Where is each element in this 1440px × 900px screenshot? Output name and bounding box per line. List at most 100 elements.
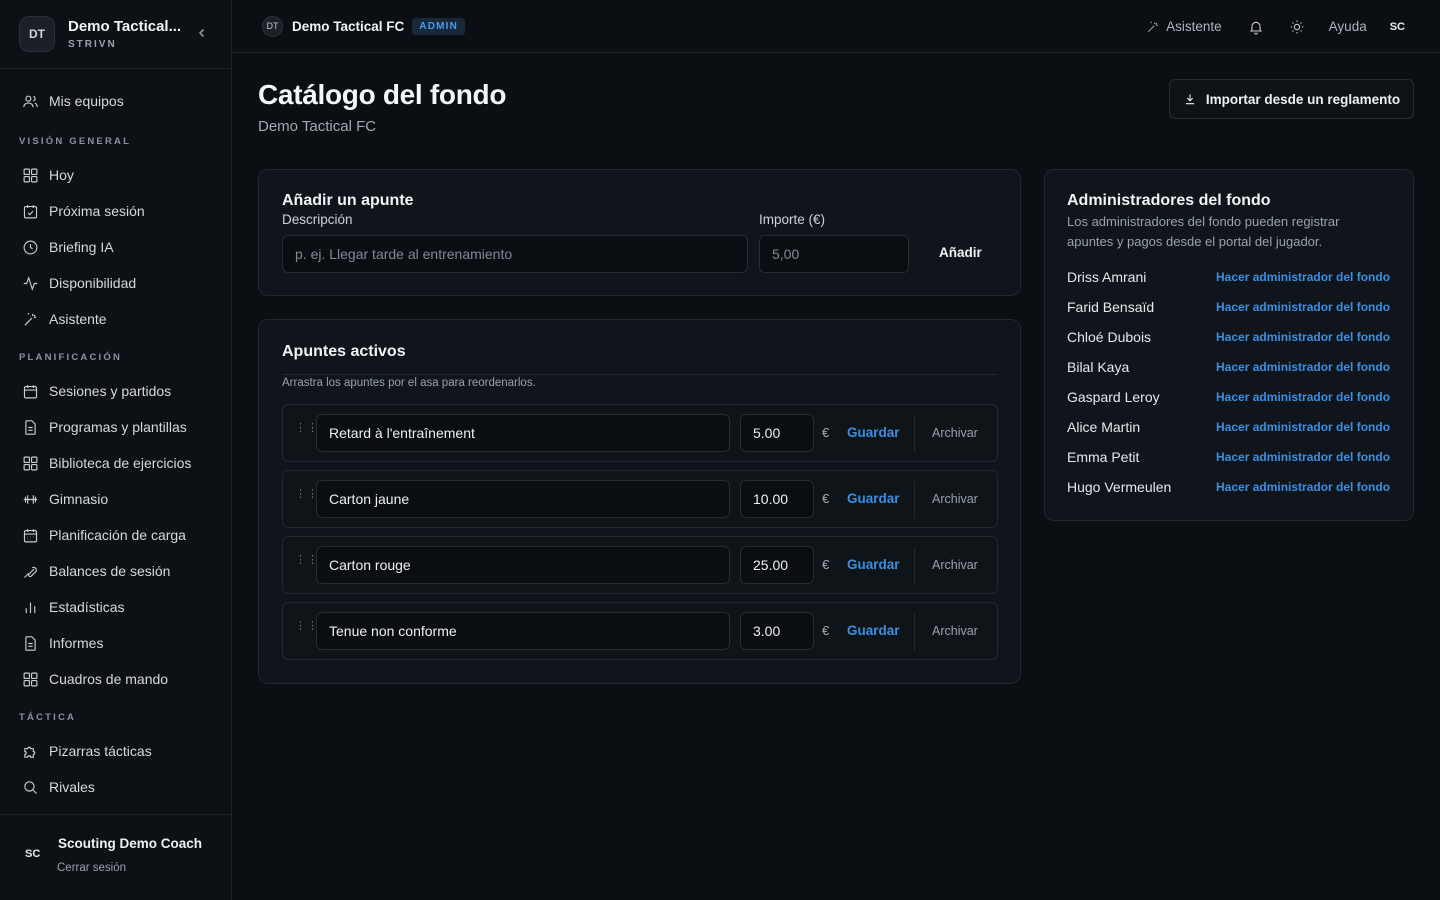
- make-admin-link[interactable]: Hacer administrador del fondo: [1216, 390, 1390, 404]
- sidebar-item-label: Informes: [49, 635, 104, 651]
- page-subtitle: Demo Tactical FC: [258, 118, 377, 135]
- user-menu[interactable]: SC Scouting Demo Coach Cerrar sesión: [0, 814, 231, 900]
- player-name: Hugo Vermeulen: [1067, 479, 1172, 495]
- puzzle-icon: [21, 742, 39, 760]
- calendar-icon: [21, 382, 39, 400]
- sidebar-item-biblioteca-ejercicios[interactable]: Biblioteca de ejercicios: [0, 445, 231, 481]
- fund-admins-title: Administradores del fondo: [1067, 192, 1271, 209]
- grid-icon: [21, 670, 39, 688]
- archive-button[interactable]: Archivar: [932, 624, 978, 638]
- calendar-check-icon: [21, 202, 39, 220]
- drag-handle-icon[interactable]: ⋮⋮: [295, 423, 318, 440]
- assistant-button[interactable]: Asistente: [1146, 19, 1222, 34]
- description-input[interactable]: p. ej. Llegar tarde al entrenamiento: [282, 235, 748, 273]
- page-title: Catálogo del fondo: [258, 79, 507, 110]
- make-admin-link[interactable]: Hacer administrador del fondo: [1216, 360, 1390, 374]
- assistant-label: Asistente: [1166, 19, 1222, 34]
- admin-row: Hugo Vermeulen Hacer administrador del f…: [1067, 472, 1397, 502]
- sidebar-item-label: Cuadros de mando: [49, 671, 169, 687]
- entry-row: ⋮⋮ Carton rouge 25.00 € Guardar Archivar: [282, 536, 998, 594]
- entry-name-input[interactable]: Retard à l'entraînement: [316, 414, 730, 452]
- sidebar-item-asistente[interactable]: Asistente: [0, 301, 231, 337]
- sidebar-item-label: Balances de sesión: [49, 563, 171, 579]
- admin-row: Driss Amrani Hacer administrador del fon…: [1067, 262, 1397, 292]
- file-text-icon: [21, 634, 39, 652]
- chevron-left-icon[interactable]: [195, 26, 209, 40]
- team-name: Demo Tactical FC: [292, 18, 405, 34]
- section-tactica: TÁCTICA: [19, 712, 77, 723]
- sidebar-item-label: Rivales: [49, 779, 95, 795]
- fund-admins-description: Los administradores del fondo pueden reg…: [1067, 214, 1340, 249]
- save-button[interactable]: Guardar: [847, 557, 900, 572]
- description-label: Descripción: [282, 212, 353, 227]
- make-admin-link[interactable]: Hacer administrador del fondo: [1216, 300, 1390, 314]
- make-admin-link[interactable]: Hacer administrador del fondo: [1216, 270, 1390, 284]
- save-button[interactable]: Guardar: [847, 491, 900, 506]
- topbar: DT Demo Tactical FC ADMIN Asistente Ayud…: [232, 0, 1440, 53]
- drag-handle-icon[interactable]: ⋮⋮: [295, 555, 318, 572]
- save-button[interactable]: Guardar: [847, 623, 900, 638]
- currency-label: €: [822, 491, 830, 506]
- sidebar-item-programas-plantillas[interactable]: Programas y plantillas: [0, 409, 231, 445]
- entry-amount-input[interactable]: 5.00: [740, 414, 814, 452]
- sidebar-item-informes[interactable]: Informes: [0, 625, 231, 661]
- team-switcher[interactable]: DT Demo Tactical... STRIVN: [0, 0, 231, 69]
- sidebar-item-proxima-sesion[interactable]: Próxima sesión: [0, 193, 231, 229]
- archive-button[interactable]: Archivar: [932, 426, 978, 440]
- dumbbell-icon: [21, 490, 39, 508]
- make-admin-link[interactable]: Hacer administrador del fondo: [1216, 330, 1390, 344]
- make-admin-link[interactable]: Hacer administrador del fondo: [1216, 450, 1390, 464]
- archive-button[interactable]: Archivar: [932, 558, 978, 572]
- entry-amount-input[interactable]: 10.00: [740, 480, 814, 518]
- entry-name-input[interactable]: Tenue non conforme: [316, 612, 730, 650]
- player-name: Farid Bensaïd: [1067, 299, 1155, 315]
- sidebar-item-label: Asistente: [49, 311, 107, 327]
- entry-name-input[interactable]: Carton rouge: [316, 546, 730, 584]
- logout-link[interactable]: Cerrar sesión: [57, 862, 126, 874]
- admin-row: Chloé Dubois Hacer administrador del fon…: [1067, 322, 1397, 352]
- player-name: Bilal Kaya: [1067, 359, 1130, 375]
- add-button[interactable]: Añadir: [939, 245, 982, 260]
- section-planificacion: PLANIFICACIÓN: [19, 352, 123, 363]
- drag-handle-icon[interactable]: ⋮⋮: [295, 621, 318, 638]
- sidebar-item-hoy[interactable]: Hoy: [0, 157, 231, 193]
- bell-icon[interactable]: [1247, 18, 1265, 36]
- divider: [914, 613, 915, 651]
- drag-handle-icon[interactable]: ⋮⋮: [295, 489, 318, 506]
- sidebar-item-planificacion-carga[interactable]: Planificación de carga: [0, 517, 231, 553]
- entry-amount-input[interactable]: 25.00: [740, 546, 814, 584]
- amount-input[interactable]: 5,00: [759, 235, 909, 273]
- sidebar-item-cuadros-mando[interactable]: Cuadros de mando: [0, 661, 231, 697]
- sun-icon[interactable]: [1288, 18, 1306, 36]
- sidebar-item-disponibilidad[interactable]: Disponibilidad: [0, 265, 231, 301]
- player-name: Driss Amrani: [1067, 269, 1147, 285]
- clock-icon: [21, 238, 39, 256]
- help-link[interactable]: Ayuda: [1329, 19, 1367, 34]
- sidebar-item-label: Disponibilidad: [49, 275, 137, 291]
- sidebar-item-estadisticas[interactable]: Estadísticas: [0, 589, 231, 625]
- import-button[interactable]: Importar desde un reglamento: [1169, 79, 1414, 119]
- sidebar-item-sesiones-partidos[interactable]: Sesiones y partidos: [0, 373, 231, 409]
- player-name: Alice Martin: [1067, 419, 1141, 435]
- user-avatar[interactable]: SC: [1390, 21, 1405, 33]
- sidebar-item-label: Biblioteca de ejercicios: [49, 455, 192, 471]
- sidebar-item-balances-sesion[interactable]: Balances de sesión: [0, 553, 231, 589]
- admin-row: Bilal Kaya Hacer administrador del fondo: [1067, 352, 1397, 382]
- add-entry-title: Añadir un apunte: [282, 192, 414, 209]
- archive-button[interactable]: Archivar: [932, 492, 978, 506]
- entry-name-input[interactable]: Carton jaune: [316, 480, 730, 518]
- admin-row: Alice Martin Hacer administrador del fon…: [1067, 412, 1397, 442]
- sidebar-item-gimnasio[interactable]: Gimnasio: [0, 481, 231, 517]
- currency-label: €: [822, 425, 830, 440]
- sidebar-item-briefing-ia[interactable]: Briefing IA: [0, 229, 231, 265]
- divider: [914, 481, 915, 519]
- entry-amount-input[interactable]: 3.00: [740, 612, 814, 650]
- make-admin-link[interactable]: Hacer administrador del fondo: [1216, 420, 1390, 434]
- user-name: Scouting Demo Coach: [58, 836, 203, 851]
- user-avatar: SC: [25, 848, 41, 860]
- sidebar-item-mis-equipos[interactable]: Mis equipos: [0, 83, 231, 119]
- make-admin-link[interactable]: Hacer administrador del fondo: [1216, 480, 1390, 494]
- save-button[interactable]: Guardar: [847, 425, 900, 440]
- sidebar-item-pizarras-tacticas[interactable]: Pizarras tácticas: [0, 733, 231, 769]
- sidebar-item-rivales[interactable]: Rivales: [0, 769, 231, 805]
